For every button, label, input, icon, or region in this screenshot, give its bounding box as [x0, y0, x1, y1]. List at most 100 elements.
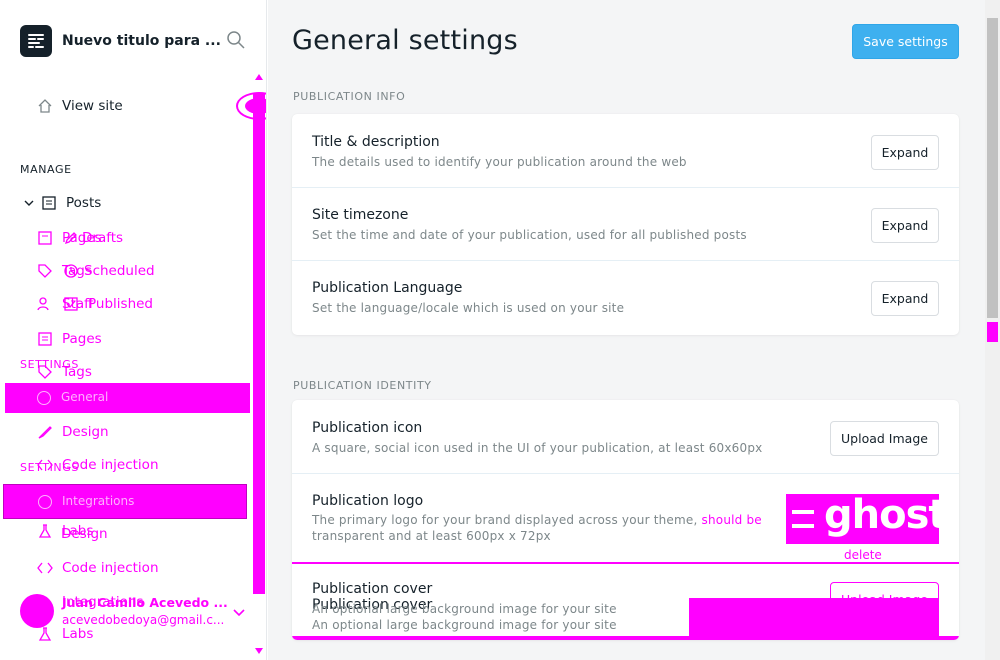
- sidebar-item-integrations[interactable]: Integrations: [3, 484, 247, 519]
- flask-icon: [36, 625, 54, 643]
- search-icon[interactable]: [226, 30, 248, 52]
- chevron-down-icon[interactable]: [232, 604, 246, 623]
- delete-logo-link[interactable]: delete: [844, 548, 882, 562]
- gear-icon: [37, 391, 51, 405]
- setting-title: Title & description: [312, 134, 440, 150]
- user-name: Juan Camilo Acevedo ...: [62, 595, 228, 610]
- sidebar-item-label: Design: [61, 526, 108, 542]
- chevron-down-icon[interactable]: [20, 194, 38, 212]
- ghost-logo: ghost: [824, 494, 939, 538]
- expand-button[interactable]: Expand: [871, 135, 939, 170]
- setting-description-line2: An optional large background image for y…: [312, 618, 617, 632]
- expand-button[interactable]: Expand: [871, 281, 939, 316]
- main-scroll-thumb[interactable]: [987, 18, 998, 318]
- sidebar-item-label: Published: [88, 296, 153, 312]
- setting-row: Publication logo The primary logo for yo…: [292, 474, 959, 564]
- site-title: Nuevo titulo para ...: [62, 33, 221, 49]
- sidebar-item-drafts[interactable]: Drafts: [62, 229, 123, 247]
- sidebar-scrollbar[interactable]: [253, 74, 265, 660]
- sidebar-item-scheduled[interactable]: Scheduled: [62, 262, 155, 280]
- tag-icon: [36, 262, 54, 280]
- duplicate-design-item[interactable]: Design: [61, 526, 108, 542]
- edit-icon: [62, 229, 80, 247]
- sidebar-item-published[interactable]: Published: [62, 295, 153, 313]
- setting-description: The details used to identify your public…: [312, 155, 687, 169]
- manage-heading: MANAGE: [20, 163, 72, 176]
- section-heading: PUBLICATION IDENTITY: [293, 379, 432, 392]
- sidebar-scroll-thumb[interactable]: [253, 94, 265, 594]
- section-heading: PUBLICATION INFO: [293, 90, 406, 103]
- setting-row: Publication icon A square, social icon u…: [292, 400, 959, 474]
- sidebar-item-label: Drafts: [82, 230, 124, 246]
- sidebar-item-label: Code injection: [62, 560, 159, 576]
- setting-description: An optional large background image for y…: [312, 602, 617, 616]
- setting-description-line2: transparent and at least 600px x 72px: [312, 529, 551, 543]
- plug-icon: [38, 495, 52, 509]
- sidebar-item-label: Code injection: [62, 457, 159, 473]
- main-panel: General settings Save settings PUBLICATI…: [268, 0, 1000, 660]
- site-logo-icon: [20, 25, 52, 57]
- setting-row: Title & description The details used to …: [292, 114, 959, 188]
- code-icon: [36, 559, 54, 577]
- upload-image-button[interactable]: Upload Image: [830, 421, 939, 456]
- brand[interactable]: Nuevo titulo para ...: [20, 25, 221, 57]
- setting-title: Publication icon: [312, 420, 423, 436]
- setting-description: Set the language/locale which is used on…: [312, 301, 625, 315]
- sidebar-item-pages[interactable]: Pages: [36, 330, 102, 348]
- page-title: General settings: [292, 25, 518, 56]
- setting-row: Publication cover Publication cover An o…: [292, 564, 959, 640]
- publication-identity-card: Publication icon A square, social icon u…: [292, 400, 959, 640]
- tag-icon: [36, 363, 54, 381]
- view-site-label: View site: [62, 98, 123, 114]
- publication-info-card: Title & description The details used to …: [292, 114, 959, 335]
- card-bottom-border: [292, 636, 959, 640]
- setting-description: Set the time and date of your publicatio…: [312, 228, 747, 242]
- sidebar-item-label: Scheduled: [84, 263, 155, 279]
- sidebar-item-label: General: [61, 390, 109, 404]
- sidebar-item-label: Labs: [62, 626, 94, 642]
- avatar: [20, 594, 54, 628]
- setting-title: Site timezone: [312, 207, 409, 223]
- main-scroll-marker: [987, 322, 998, 342]
- setting-title: Publication cover: [312, 581, 433, 597]
- sidebar-item-label: Pages: [62, 331, 102, 347]
- pages-icon: [36, 330, 54, 348]
- sidebar-item-design[interactable]: Design: [36, 423, 109, 441]
- expand-button[interactable]: Expand: [871, 208, 939, 243]
- sidebar-item-label: Tags: [62, 364, 92, 380]
- home-icon: [36, 97, 54, 115]
- sidebar-item-general[interactable]: General: [5, 383, 250, 413]
- setting-row: Publication Language Set the language/lo…: [292, 261, 959, 335]
- setting-description: The primary logo for your brand displaye…: [312, 513, 762, 527]
- check-icon: [62, 295, 80, 313]
- flask-icon: [36, 522, 54, 540]
- setting-row: Site timezone Set the time and date of y…: [292, 188, 959, 261]
- duplicate-labs-item[interactable]: Labs: [36, 625, 93, 643]
- duplicate-code-injection-item[interactable]: Code injection: [36, 559, 159, 577]
- scroll-up-arrow-icon[interactable]: [255, 74, 263, 80]
- save-button[interactable]: Save settings: [852, 24, 959, 59]
- sidebar-item-label: Integrations: [62, 494, 135, 508]
- sidebar-item-label: Design: [62, 424, 109, 440]
- sidebar-item-tags[interactable]: Tags: [36, 363, 92, 381]
- pages-icon: [36, 229, 54, 247]
- sidebar-item-posts[interactable]: Posts: [20, 194, 101, 212]
- setting-description: A square, social icon used in the UI of …: [312, 441, 763, 455]
- code-icon: [36, 456, 54, 474]
- brush-icon: [36, 423, 54, 441]
- setting-title: Publication Language: [312, 280, 463, 296]
- posts-icon: [40, 194, 58, 212]
- clock-icon: [62, 262, 80, 280]
- sidebar-item-code-injection[interactable]: Code injection: [36, 456, 159, 474]
- scroll-handle-core: [245, 98, 266, 114]
- ghost-logo-mark-icon: [792, 510, 814, 528]
- scroll-down-arrow-icon[interactable]: [255, 648, 263, 654]
- setting-title: Publication logo: [312, 493, 424, 509]
- logo-preview[interactable]: ghost: [786, 494, 939, 544]
- sidebar: Nuevo titulo para ... View site MANAGE P…: [0, 0, 267, 660]
- sidebar-item-label: Posts: [66, 195, 102, 211]
- staff-icon: [36, 295, 54, 313]
- main-scrollbar[interactable]: [985, 0, 1000, 660]
- cover-preview-overlay: [689, 598, 939, 640]
- view-site-link[interactable]: View site: [36, 97, 123, 115]
